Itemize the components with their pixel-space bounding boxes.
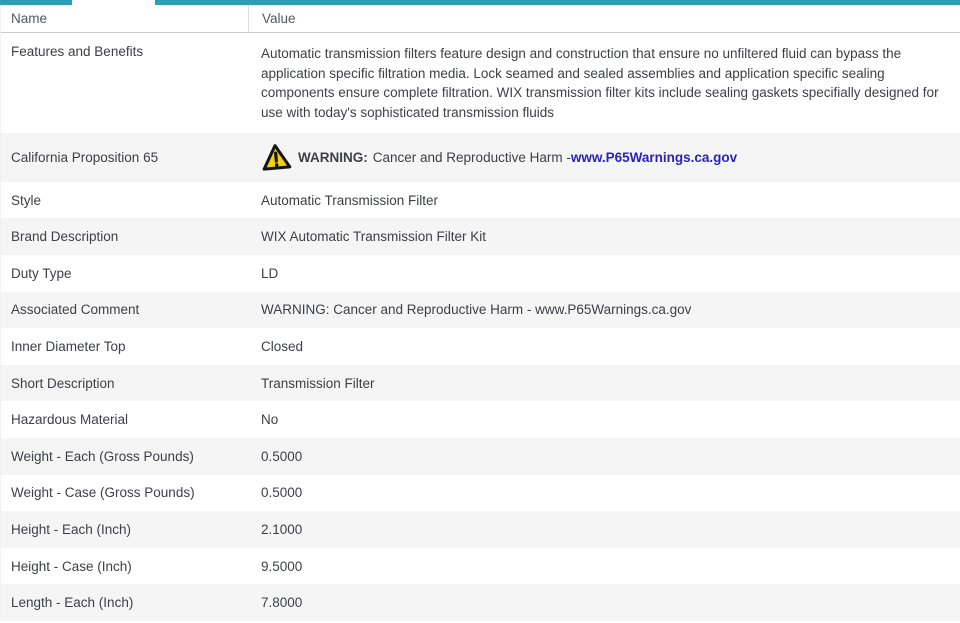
table-header: Name Value bbox=[1, 5, 960, 33]
table-row: Short Description Transmission Filter bbox=[1, 364, 960, 402]
table-row: Features and Benefits Automatic transmis… bbox=[1, 33, 960, 133]
row-value: 7.8000 bbox=[261, 595, 303, 611]
row-label: Short Description bbox=[11, 375, 115, 391]
row-value: Automatic Transmission Filter bbox=[261, 192, 439, 208]
table-row: Style Automatic Transmission Filter bbox=[1, 182, 960, 219]
row-label: Duty Type bbox=[11, 265, 72, 281]
row-value: 9.5000 bbox=[261, 558, 303, 574]
row-label: Style bbox=[11, 192, 42, 208]
prop65-warning: WARNING: Cancer and Reproductive Harm - w… bbox=[261, 143, 948, 171]
table-row: Height - Case (Inch) 9.5000 bbox=[1, 548, 960, 585]
row-label: Weight - Case (Gross Pounds) bbox=[11, 485, 195, 501]
p65-warnings-link[interactable]: www.P65Warnings.ca.gov bbox=[571, 150, 737, 165]
row-label: Inner Diameter Top bbox=[11, 338, 126, 354]
table-row: Brand Description WIX Automatic Transmis… bbox=[1, 218, 960, 255]
warning-triangle-icon bbox=[260, 142, 292, 173]
table-row: Duty Type LD bbox=[1, 255, 960, 292]
warning-label: WARNING: bbox=[298, 149, 368, 165]
row-label: Hazardous Material bbox=[11, 412, 129, 428]
row-value: No bbox=[261, 412, 279, 428]
row-value: 0.5000 bbox=[261, 448, 303, 464]
row-value: Automatic transmission filters feature d… bbox=[261, 46, 939, 121]
row-value: WARNING: Cancer and Reproductive Harm - … bbox=[261, 302, 692, 318]
table-row: Weight - Case (Gross Pounds) 0.5000 bbox=[1, 475, 960, 512]
row-label: Features and Benefits bbox=[11, 44, 144, 59]
row-label: Height - Each (Inch) bbox=[11, 521, 132, 537]
row-label: Associated Comment bbox=[11, 302, 140, 318]
row-label: Weight - Each (Gross Pounds) bbox=[11, 448, 194, 464]
column-header-name: Name bbox=[11, 11, 48, 26]
row-value: WARNING: Cancer and Reproductive Harm - w… bbox=[248, 143, 960, 171]
attributes-table: Name Value Features and Benefits Automat… bbox=[0, 5, 960, 621]
table-row: Height - Each (Inch) 2.1000 bbox=[1, 511, 960, 548]
row-value: WIX Automatic Transmission Filter Kit bbox=[261, 229, 487, 245]
table-row: Inner Diameter Top Closed bbox=[1, 328, 960, 365]
table-body: Features and Benefits Automatic transmis… bbox=[1, 33, 960, 621]
table-row: Length - Each (Inch) 7.8000 bbox=[1, 584, 960, 621]
row-label: Height - Case (Inch) bbox=[11, 558, 132, 574]
row-label: Brand Description bbox=[11, 229, 119, 245]
table-row: California Proposition 65 WARNING: Cancer… bbox=[1, 132, 960, 182]
row-value: 2.1000 bbox=[261, 521, 303, 537]
row-value: LD bbox=[261, 265, 279, 281]
row-label: Length - Each (Inch) bbox=[11, 595, 134, 611]
row-value: 0.5000 bbox=[261, 485, 303, 501]
table-row: Hazardous Material No bbox=[1, 401, 960, 438]
table-row: Weight - Each (Gross Pounds) 0.5000 bbox=[1, 437, 960, 475]
row-value: Transmission Filter bbox=[261, 375, 375, 391]
row-label: California Proposition 65 bbox=[11, 149, 159, 165]
column-header-value: Value bbox=[248, 5, 960, 32]
table-row: Associated Comment WARNING: Cancer and R… bbox=[1, 291, 960, 329]
row-value: Closed bbox=[261, 338, 304, 354]
